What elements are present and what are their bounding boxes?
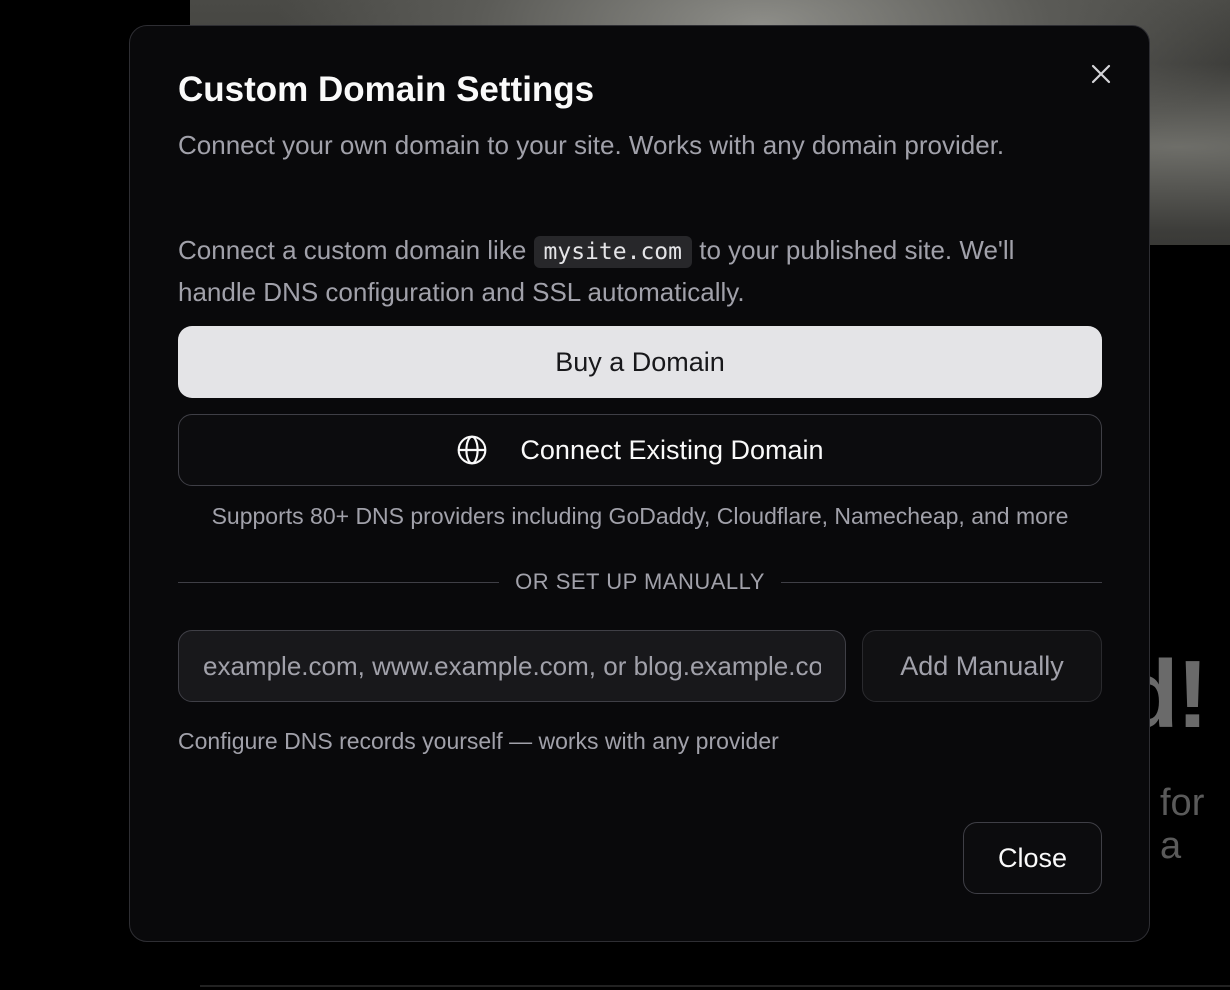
dialog-title: Custom Domain Settings: [178, 70, 595, 109]
buy-domain-button[interactable]: Buy a Domain: [178, 326, 1102, 398]
globe-icon: [456, 434, 488, 466]
add-manually-button[interactable]: Add Manually: [862, 630, 1102, 702]
divider-line-left: [178, 581, 500, 583]
manual-setup-hint: Configure DNS records yourself — works w…: [178, 728, 779, 754]
background-divider: [200, 985, 1230, 987]
intro-text: Connect a custom domain like mysite.com …: [178, 230, 1098, 312]
close-button[interactable]: Close: [963, 822, 1102, 894]
background-subtext: for a: [1160, 782, 1205, 867]
domain-input[interactable]: [178, 630, 846, 702]
connect-existing-domain-button[interactable]: Connect Existing Domain: [178, 414, 1102, 486]
close-icon[interactable]: [1083, 56, 1119, 92]
divider-line-right: [780, 581, 1103, 583]
manual-setup-divider: OR SET UP MANUALLY: [178, 566, 1103, 598]
divider-label: OR SET UP MANUALLY: [515, 569, 765, 594]
example-domain-code: mysite.com: [533, 236, 692, 268]
supports-providers-text: Supports 80+ DNS providers including GoD…: [211, 503, 1069, 529]
dialog-subtitle: Connect your own domain to your site. Wo…: [178, 130, 1005, 160]
intro-text-before: Connect a custom domain like: [178, 235, 534, 265]
connect-existing-domain-label: Connect Existing Domain: [520, 434, 824, 465]
